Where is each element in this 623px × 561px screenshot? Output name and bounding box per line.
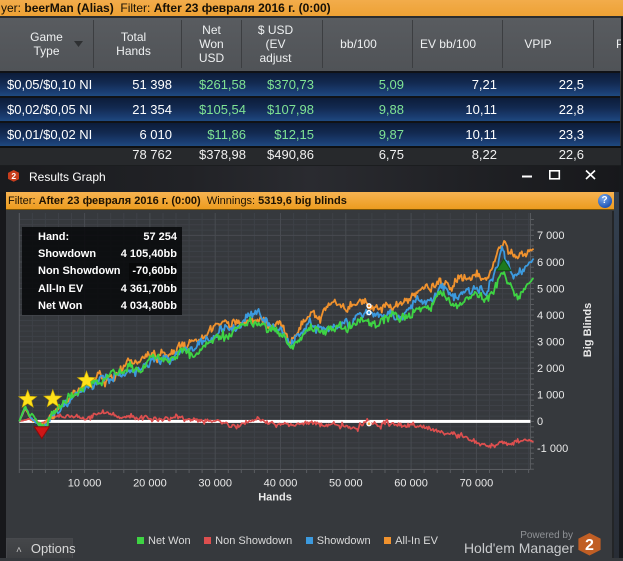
svg-text:6 000: 6 000 [537, 257, 565, 269]
svg-text:60 000: 60 000 [394, 478, 428, 490]
svg-text:40 000: 40 000 [264, 478, 298, 490]
svg-text:Big Blinds: Big Blinds [582, 303, 594, 357]
svg-text:2 000: 2 000 [537, 363, 565, 375]
svg-text:0: 0 [537, 416, 543, 428]
svg-text:Hands: Hands [258, 492, 292, 504]
svg-text:3 000: 3 000 [537, 337, 565, 349]
svg-text:-1 000: -1 000 [537, 443, 568, 455]
svg-text:2: 2 [585, 537, 594, 554]
svg-text:20 000: 20 000 [133, 478, 167, 490]
svg-text:50 000: 50 000 [329, 478, 363, 490]
svg-text:10 000: 10 000 [68, 478, 102, 490]
svg-text:4 000: 4 000 [537, 310, 565, 322]
svg-text:1 000: 1 000 [537, 390, 565, 402]
svg-text:70 000: 70 000 [460, 478, 494, 490]
svg-text:5 000: 5 000 [537, 283, 565, 295]
svg-text:7 000: 7 000 [537, 230, 565, 242]
svg-text:30 000: 30 000 [198, 478, 232, 490]
